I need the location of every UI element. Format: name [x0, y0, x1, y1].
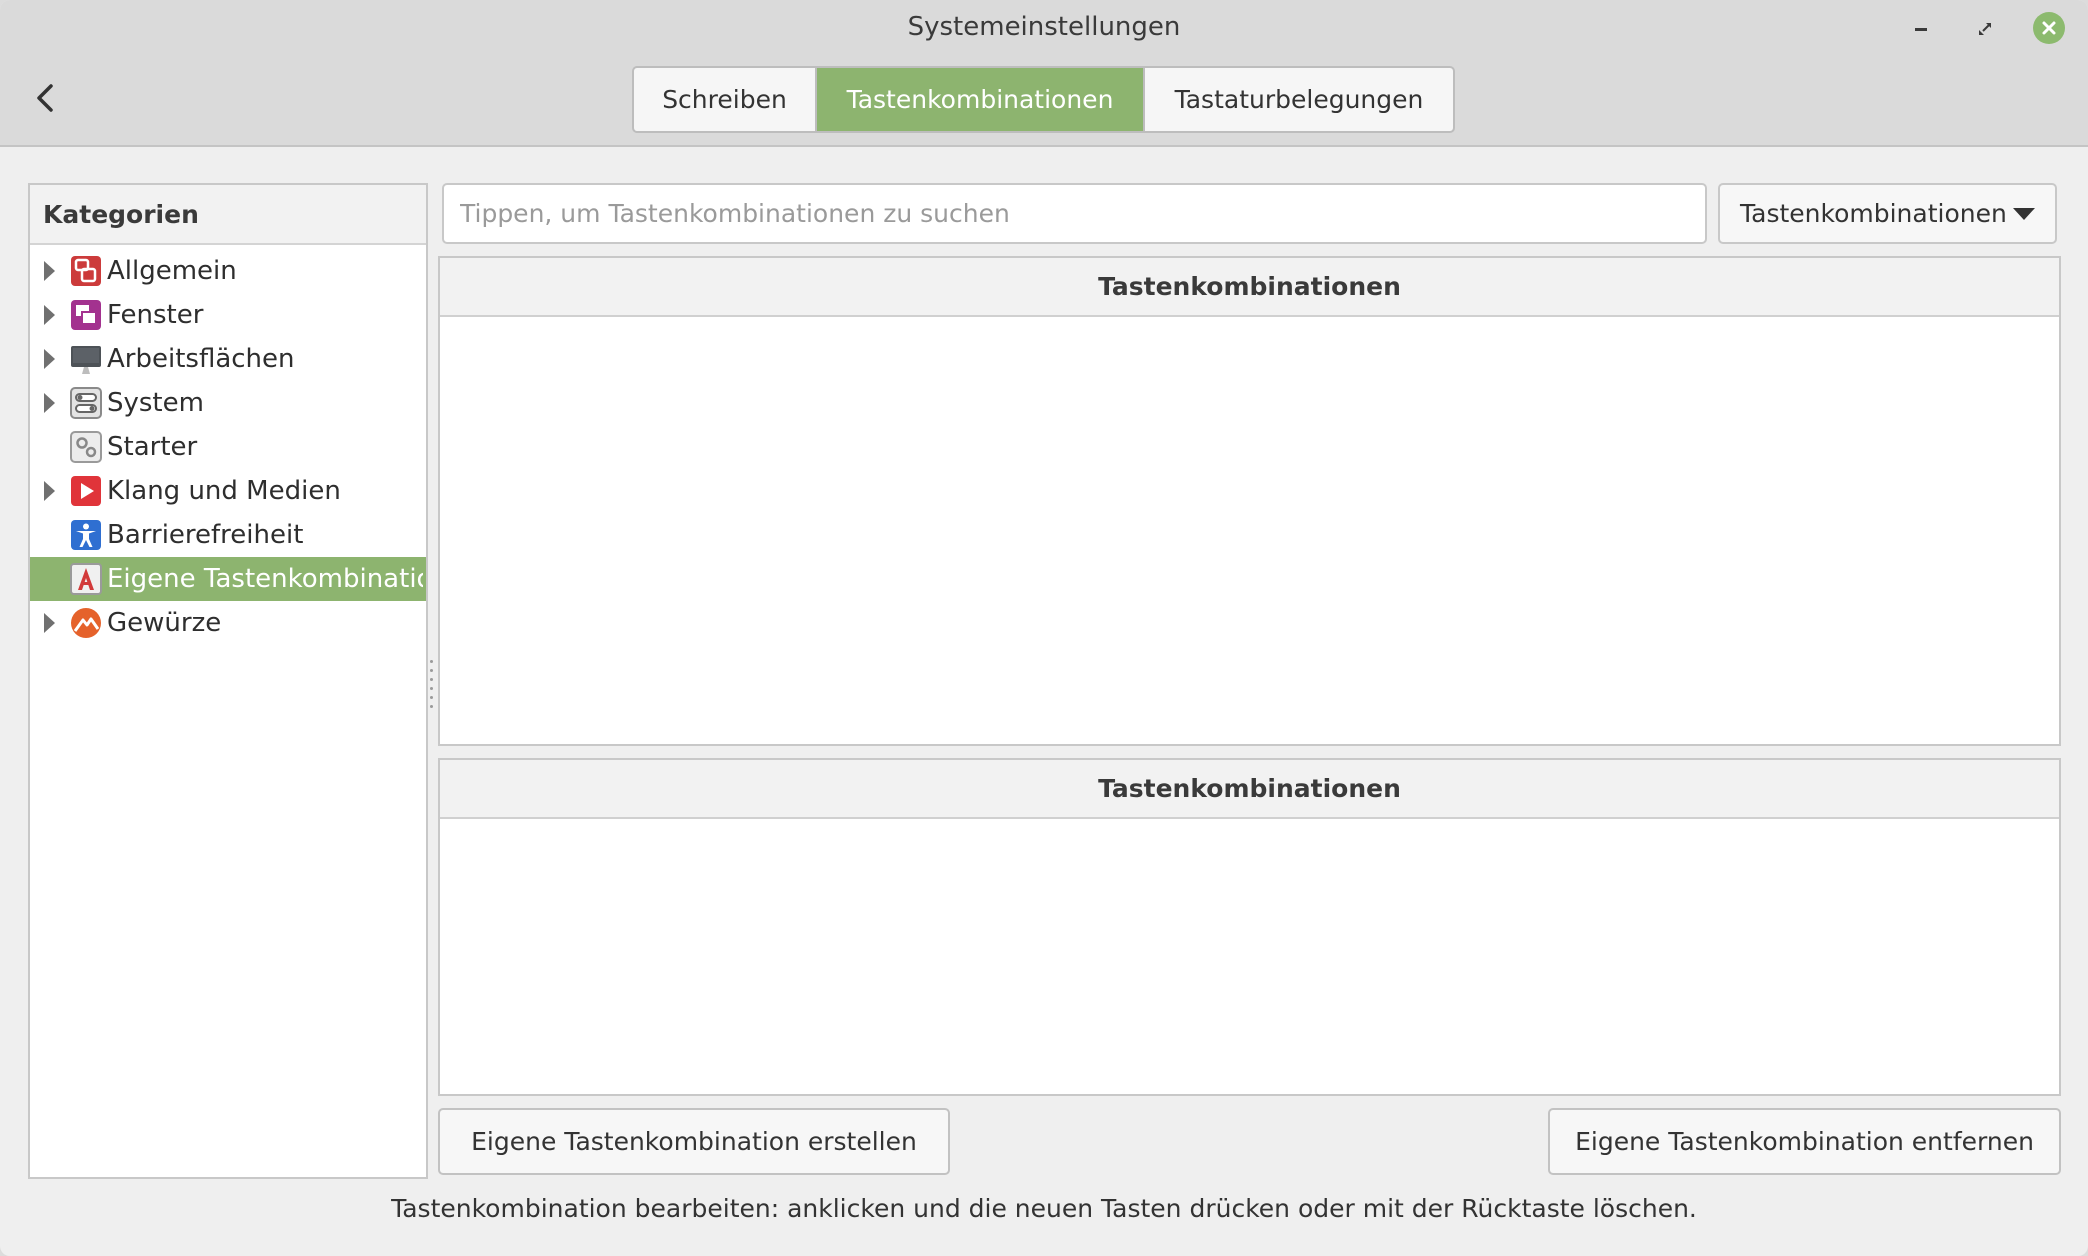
- keybindings-column-header[interactable]: Tastenkombinationen: [440, 760, 2059, 819]
- stack-switcher: Schreiben Tastenkombinationen Tastaturbe…: [632, 66, 1455, 133]
- maximize-button[interactable]: [1970, 14, 2000, 44]
- search-input[interactable]: [442, 183, 1707, 244]
- close-button[interactable]: [2033, 12, 2065, 44]
- category-starter[interactable]: Starter: [30, 425, 426, 469]
- category-eigene-tastenkombinationen[interactable]: Eigene Tastenkombinationen: [30, 557, 426, 601]
- category-label: Klang und Medien: [107, 476, 341, 506]
- dropdown-arrow-icon: [2013, 208, 2035, 220]
- general-settings-icon: [71, 256, 101, 286]
- titlebar: Systemeinstellungen Schreiben Tastenkomb…: [0, 0, 2088, 147]
- window-title: Systemeinstellungen: [907, 12, 1181, 42]
- category-fenster[interactable]: Fenster: [30, 293, 426, 337]
- category-label: Starter: [107, 432, 198, 462]
- launcher-icon: [70, 431, 102, 463]
- minimize-button[interactable]: [1906, 14, 1936, 44]
- maximize-icon: [1979, 23, 1991, 35]
- expander-arrow-icon[interactable]: [44, 481, 55, 501]
- expander-arrow-icon[interactable]: [44, 613, 55, 633]
- hint-text: Tastenkombination bearbeiten: anklicken …: [391, 1194, 1697, 1223]
- shortcuts-column-header[interactable]: Tastenkombinationen: [440, 258, 2059, 317]
- expander-arrow-icon[interactable]: [44, 261, 55, 281]
- categories-header[interactable]: Kategorien: [30, 185, 426, 245]
- category-label: Barrierefreiheit: [107, 520, 304, 550]
- system-icon: [70, 387, 102, 419]
- category-label: Eigene Tastenkombinationen: [107, 564, 423, 594]
- category-label: Arbeitsflächen: [107, 344, 295, 374]
- shortcuts-list-panel[interactable]: Tastenkombinationen: [438, 256, 2061, 746]
- category-allgemein[interactable]: Allgemein: [30, 249, 426, 293]
- category-label: System: [107, 388, 204, 418]
- pane-resize-handle[interactable]: [429, 660, 435, 710]
- close-icon: [2042, 21, 2056, 35]
- spices-icon: [71, 608, 101, 638]
- category-label: Gewürze: [107, 608, 222, 638]
- category-gewuerze[interactable]: Gewürze: [30, 601, 426, 645]
- tab-tastenkombinationen[interactable]: Tastenkombinationen: [817, 68, 1145, 131]
- settings-window: Systemeinstellungen Schreiben Tastenkomb…: [0, 0, 2088, 1256]
- tab-tastaturbelegungen[interactable]: Tastaturbelegungen: [1145, 68, 1453, 131]
- chevron-left-icon: [37, 84, 53, 112]
- accessibility-icon: [71, 520, 101, 550]
- minimize-icon: [1915, 28, 1927, 31]
- keybindings-list-panel[interactable]: Tastenkombinationen: [438, 758, 2061, 1096]
- custom-shortcut-icon: [70, 563, 102, 595]
- remove-custom-shortcut-button[interactable]: Eigene Tastenkombination entfernen: [1548, 1108, 2061, 1175]
- expander-arrow-icon[interactable]: [44, 305, 55, 325]
- shortcut-filter-dropdown[interactable]: Tastenkombinationen: [1718, 183, 2057, 244]
- category-label: Fenster: [107, 300, 204, 330]
- window-icon: [71, 300, 101, 330]
- back-button[interactable]: [24, 76, 68, 120]
- expander-arrow-icon[interactable]: [44, 349, 55, 369]
- dropdown-selected-label: Tastenkombinationen: [1740, 199, 2007, 228]
- category-system[interactable]: System: [30, 381, 426, 425]
- media-icon: [71, 476, 101, 506]
- category-arbeitsflaechen[interactable]: Arbeitsflächen: [30, 337, 426, 381]
- category-barrierefreiheit[interactable]: Barrierefreiheit: [30, 513, 426, 557]
- expander-arrow-icon[interactable]: [44, 393, 55, 413]
- category-label: Allgemein: [107, 256, 237, 286]
- category-klang-und-medien[interactable]: Klang und Medien: [30, 469, 426, 513]
- tab-schreiben[interactable]: Schreiben: [634, 68, 817, 131]
- categories-sidebar: Kategorien Allgemein Fenster Arbeitsfläc…: [28, 183, 428, 1179]
- workspace-icon: [71, 346, 101, 374]
- add-custom-shortcut-button[interactable]: Eigene Tastenkombination erstellen: [438, 1108, 950, 1175]
